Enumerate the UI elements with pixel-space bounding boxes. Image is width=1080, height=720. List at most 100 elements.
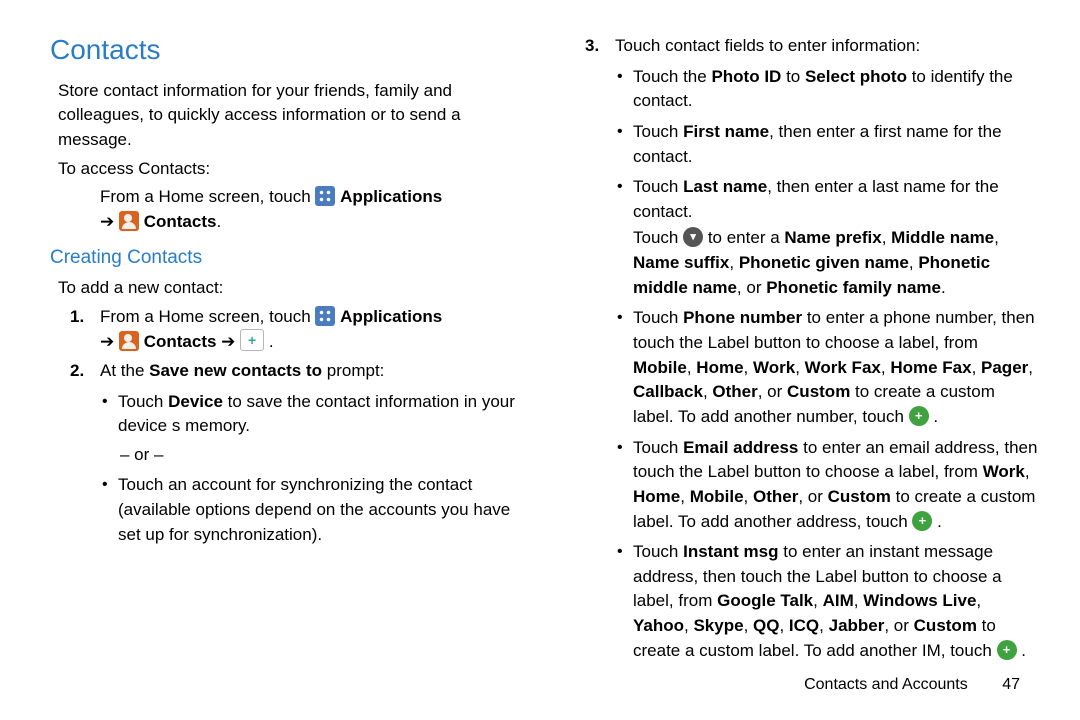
page-footer: Contacts and Accounts 47 [804,673,1020,696]
applications-label: Applications [340,307,442,326]
label-gtalk: Google Talk [717,591,813,610]
sep: , [813,591,822,610]
label-qq: QQ [753,616,779,635]
bullet-last-name: Touch Last name, then enter a last name … [615,175,1040,300]
intro-paragraph: Store contact information for your frien… [58,79,525,153]
label-yahoo: Yahoo [633,616,684,635]
add-contact-icon: + [240,329,264,351]
step-number: 1. [70,305,84,330]
period: . [269,332,274,351]
label-homefax: Home Fax [890,358,971,377]
last-name-bold: Last name [683,177,767,196]
or-text: , or [758,382,787,401]
section-heading: Contacts [50,30,525,71]
label-icq: ICQ [789,616,819,635]
sep: , [994,228,999,247]
sep: , [703,382,712,401]
applications-icon [315,186,335,206]
or-separator: – or – [120,443,525,468]
sep: , [795,358,804,377]
label-home: Home [696,358,743,377]
label-jabber: Jabber [829,616,885,635]
step-number: 3. [585,34,599,59]
save-new-bold: Save new contacts to [149,361,322,380]
select-photo-bold: Select photo [805,67,907,86]
arrow: ➔ [221,332,240,351]
text: Touch [118,392,168,411]
email-bold: Email address [683,438,798,457]
sep: , [972,358,981,377]
add-icon: + [997,640,1017,660]
phonetic-family-bold: Phonetic family name [766,278,941,297]
arrow: ➔ [100,332,119,351]
arrow: ➔ [100,212,119,231]
subsection-heading: Creating Contacts [50,244,525,272]
add-new-line: To add a new contact: [58,276,525,301]
sep: , [854,591,863,610]
text: Touch [633,177,683,196]
bullet-phone: Touch Phone number to enter a phone numb… [615,306,1040,429]
im-bold: Instant msg [683,542,778,561]
applications-icon [315,306,335,326]
bullet-im: Touch Instant msg to enter an instant me… [615,540,1040,663]
sep: , [744,487,753,506]
page-number: 47 [1002,676,1020,693]
text: At the [100,361,149,380]
contacts-icon [119,211,139,231]
bullet-first-name: Touch First name, then enter a first nam… [615,120,1040,169]
label-custom: Custom [914,616,977,635]
sep: , [744,616,753,635]
label-work: Work [753,358,795,377]
step-3: 3. Touch contact fields to enter informa… [565,34,1040,663]
bullet-photo: Touch the Photo ID to Select photo to id… [615,65,1040,114]
device-bold: Device [168,392,223,411]
label-home: Home [633,487,680,506]
sep: , [744,358,753,377]
label-other: Other [712,382,757,401]
bullet-email: Touch Email address to enter an email ad… [615,436,1040,535]
text: Touch [633,542,683,561]
step-2: 2. At the Save new contacts to prompt: T… [50,359,525,547]
label-custom: Custom [828,487,891,506]
applications-label: Applications [340,187,442,206]
step-number: 2. [70,359,84,384]
chevron-down-icon: ▾ [683,227,703,247]
label-other: Other [753,487,798,506]
access-step: From a Home screen, touch Applications ➔… [50,185,525,234]
text: Touch contact fields to enter informatio… [615,36,920,55]
label-callback: Callback [633,382,703,401]
text: to [781,67,805,86]
footer-section: Contacts and Accounts [804,676,968,693]
phone-number-bold: Phone number [683,308,802,327]
text: prompt: [322,361,384,380]
sep: , [976,591,981,610]
label-windowslive: Windows Live [863,591,976,610]
add-icon: + [912,511,932,531]
label-mobile: Mobile [633,358,687,377]
add-icon: + [909,406,929,426]
label-work: Work [983,462,1025,481]
step-1: 1. From a Home screen, touch Application… [50,305,525,355]
text: to enter a [708,228,785,247]
sep: , [779,616,788,635]
or-text: , or [798,487,827,506]
first-name-bold: First name [683,122,769,141]
middle-name-bold: Middle name [891,228,994,247]
name-suffix-bold: Name suffix [633,253,729,272]
text: Touch [633,308,683,327]
period: . [216,212,221,231]
sep: , [909,253,918,272]
or-text: , or [737,278,766,297]
period: . [933,407,938,426]
label-workfax: Work Fax [805,358,881,377]
photo-id-bold: Photo ID [711,67,781,86]
sep: , [819,616,828,635]
text: Touch [633,122,683,141]
sep: , [729,253,738,272]
contacts-icon [119,331,139,351]
sep: , [687,358,696,377]
last-name-subfields: Touch ▾ to enter a Name prefix, Middle n… [633,226,1040,300]
label-pager: Pager [981,358,1028,377]
period: . [941,278,946,297]
sep: , [882,228,891,247]
